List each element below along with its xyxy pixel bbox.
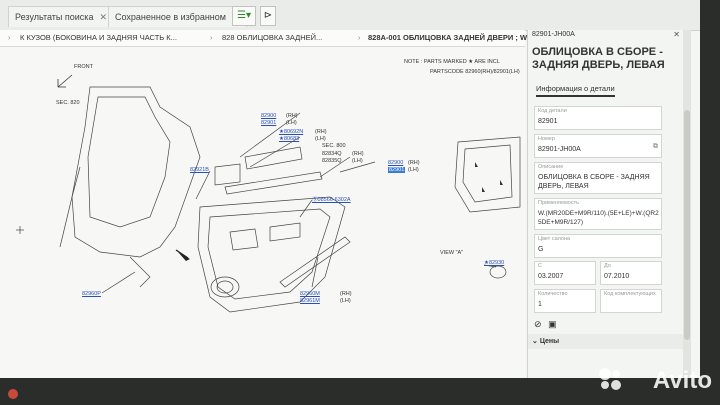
part-callout-82960m[interactable]: 82960M [300,291,320,297]
chevron-right-icon: › [210,33,213,42]
breadcrumb-item-1[interactable]: К КУЗОВ (БОКОВИНА И ЗАДНЯЯ ЧАСТЬ К... [20,33,177,42]
field-value: 82901-JH00A [538,146,581,153]
breadcrumb: › К КУЗОВ (БОКОВИНА И ЗАДНЯЯ ЧАСТЬ К... … [0,30,533,47]
field-label: Применяемость [538,200,579,206]
scrollbar[interactable] [683,30,691,378]
side-label: (RH) [340,291,352,297]
part-callout-82930[interactable]: ★82930 [484,260,504,266]
part-callout-82834q[interactable]: 82834Q [322,151,342,157]
front-label: FRONT [74,64,93,70]
part-callout-82960p[interactable]: 82960P [82,291,101,297]
selected-part-callout-82901[interactable]: 82901 [388,167,406,173]
chevron-right-icon: › [8,33,11,42]
list-icon: ☰▾ [237,10,251,21]
part-callout-80683[interactable]: ★80683 [279,136,299,142]
tab-favorites[interactable]: Сохраненное в избранном✕ [108,6,247,27]
field-label: Количество [538,291,568,297]
partscode-label: PARTSCODE 82960(RH)/82901(LH) [430,69,520,75]
list-view-button[interactable]: ☰▾ [232,6,256,26]
parts-diagram[interactable]: FRONT SEC. 820 NOTE : PARTS MARKED ★ ARE… [0,47,525,378]
breadcrumb-item-3: 828А-001 ОБЛИЦОВКА ЗАДНЕЙ ДВЕРИ ; W... [368,33,533,42]
chevron-right-icon: › [358,33,361,42]
part-callout-82835q[interactable]: 82835Q [322,158,342,164]
part-title: ОБЛИЦОВКА В СБОРЕ - ЗАДНЯЯ ДВЕРЬ, ЛЕВАЯ [532,46,665,71]
share-button[interactable]: ⊳ [260,6,276,26]
tab-label: Сохраненное в избранном [115,12,226,22]
quantity-field[interactable]: Количество 1 [534,289,596,313]
avito-logo-icon [599,368,621,390]
field-label: Номер [538,136,555,142]
field-value: 07.2010 [604,273,630,280]
close-icon[interactable]: ✕ [673,30,680,39]
part-number-field[interactable]: Номер 82901-JH00A ⧉ [534,134,662,158]
tab-label: Результаты поиска [15,12,94,22]
panel-header: 82901-JH00A [532,31,575,38]
breadcrumb-item-2[interactable]: 828 ОБЛИЦОВКА ЗАДНЕЙ... [222,33,322,42]
field-label: Код комплектующих [604,291,656,297]
section-label: SEC. 820 [56,100,80,106]
date-from-field[interactable]: С 03.2007 [534,261,596,285]
field-label: Код детали [538,108,567,114]
copy-icon[interactable]: ⧉ [653,143,658,151]
close-icon[interactable]: ✕ [99,12,107,22]
field-label: До [604,263,611,269]
tab-bar: Результаты поиска ✕ Сохраненное в избранн… [0,0,700,31]
taskbar-app-icon [8,389,18,399]
date-to-field[interactable]: До 07.2010 [600,261,662,285]
view-a-label: VIEW "A" [440,250,464,256]
side-label: (LH) [286,120,297,126]
side-label: (LH) [340,298,351,304]
block-icon[interactable]: ⊘ [534,319,542,329]
part-callout-82921b[interactable]: 82921B [190,167,209,173]
side-label: (RH) [315,129,327,135]
tab-search-results[interactable]: Результаты поиска ✕ [8,6,114,27]
field-value: 82901 [538,118,558,125]
prices-section[interactable]: ⌄ Цены [528,334,684,349]
part-details-panel: 82901-JH00A ✕ ОБЛИЦОВКА В СБОРЕ - ЗАДНЯЯ… [527,30,684,378]
avito-watermark: Avito [652,367,712,394]
section-label: SEC. 800 [322,143,346,149]
part-callout-82900-b[interactable]: 82900 [388,160,403,166]
part-callout-82900[interactable]: 82900 [261,113,276,119]
side-label: (RH) [408,160,420,166]
field-label: С [538,263,542,269]
screen: Результаты поиска ✕ Сохраненное в избранн… [0,0,700,378]
tab-part-info[interactable]: Информация о детали [536,84,615,97]
part-callout-82961m[interactable]: 82961M [300,298,320,304]
panel-actions: ⊘ ▣ [534,319,557,330]
field-value: 1 [538,301,542,308]
field-label: Цвет салона [538,236,571,242]
chevron-down-icon: ⌄ [532,338,540,345]
field-value: 03.2007 [538,273,564,280]
field-value: G [538,246,544,253]
part-callout-08566[interactable]: Ⓢ08566-6302A [312,195,351,203]
interior-color-field[interactable]: Цвет салона G [534,234,662,258]
scrollbar-thumb[interactable] [684,110,690,340]
part-callout-80692n[interactable]: ★80692N [279,129,303,135]
description-field[interactable]: Описание ОБЛИЦОВКА В СБОРЕ - ЗАДНЯЯ ДВЕР… [534,162,662,194]
applicability-field[interactable]: Применяемость W.(MR20DE+M9R/110).(5E+LE)… [534,198,662,230]
field-value: W.(MR20DE+M9R/110).(5E+LE)+W.(QR25DE+M9R… [538,210,659,226]
component-code-field[interactable]: Код комплектующих [600,289,662,313]
side-label: (LH) [315,136,326,142]
vin-check-icon[interactable]: ▣ [548,319,557,329]
side-label: (RH) [286,113,298,119]
share-icon: ⊳ [263,10,273,21]
side-label: (RH) [352,151,364,157]
door-drawing [16,74,521,313]
part-callout-82901[interactable]: 82901 [261,120,276,126]
field-label: Описание [538,164,564,170]
prices-label: Цены [539,338,560,345]
side-label: (LH) [408,167,419,173]
side-label: (LH) [352,158,363,164]
note-label: NOTE : PARTS MARKED ★ ARE INCL [404,59,500,65]
part-code-field[interactable]: Код детали 82901 [534,106,662,130]
field-value: ОБЛИЦОВКА В СБОРЕ - ЗАДНЯЯ ДВЕРЬ, ЛЕВАЯ [538,174,650,190]
